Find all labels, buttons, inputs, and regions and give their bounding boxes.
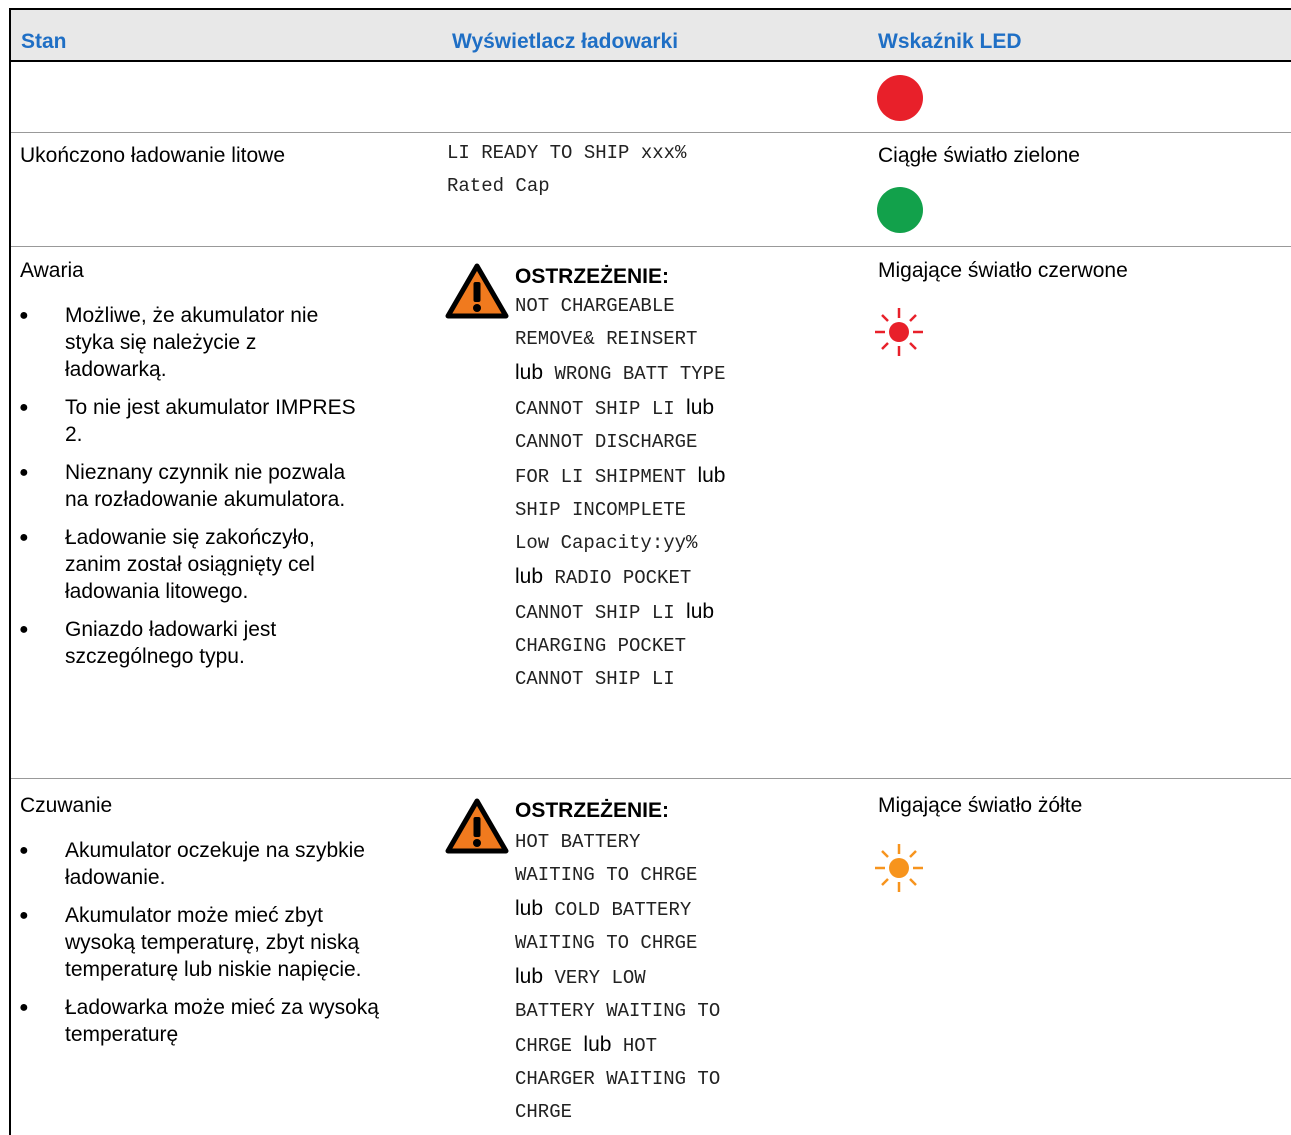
header-divider	[11, 60, 1291, 62]
row-divider	[11, 246, 1291, 247]
red-led-icon	[877, 75, 923, 121]
row-state: Ukończono ładowanie litowe	[20, 144, 285, 167]
list-item: To nie jest akumulator IMPRES 2.	[19, 394, 359, 448]
warning-title: OSTRZEŻENIE:	[515, 265, 670, 288]
list-item: Akumulator może mieć zbyt wysoką tempera…	[19, 902, 379, 983]
row-state: Awaria	[20, 259, 84, 282]
status-table: Stan Wyświetlacz ładowarki Wskaźnik LED …	[0, 0, 1291, 1135]
list-item: Akumulator oczekuje na szybkie ładowanie…	[19, 837, 379, 891]
cause-list: Możliwe, że akumulator nie styka się nal…	[19, 302, 359, 681]
header-charger-display: Wyświetlacz ładowarki	[452, 30, 679, 53]
led-label: Migające światło czerwone	[878, 259, 1128, 282]
charger-display-text: LI READY TO SHIP xxx% Rated Cap	[447, 142, 687, 197]
list-item: Gniazdo ładowarki jest szczególnego typu…	[19, 616, 359, 670]
header-led-indicator: Wskaźnik LED	[878, 30, 1022, 53]
charger-display-text: HOT BATTERY WAITING TO CHRGE lub COLD BA…	[515, 831, 721, 1123]
warning-icon	[445, 798, 509, 854]
list-item: Ładowarka może mieć za wysoką temperatur…	[19, 994, 379, 1048]
green-led-icon	[877, 187, 923, 233]
row-divider	[11, 778, 1291, 779]
header-state: Stan	[21, 30, 67, 53]
list-item: Nieznany czynnik nie pozwala na rozładow…	[19, 459, 359, 513]
charger-display-text: NOT CHARGEABLE REMOVE& REINSERT lub WRON…	[515, 295, 726, 690]
led-label: Migające światło żółte	[878, 794, 1083, 817]
row-divider	[11, 132, 1291, 133]
table-header: Stan Wyświetlacz ładowarki Wskaźnik LED	[11, 10, 1291, 60]
warning-title: OSTRZEŻENIE:	[515, 799, 670, 822]
list-item: Ładowanie się zakończyło, zanim został o…	[19, 524, 359, 605]
row-state: Czuwanie	[20, 794, 113, 817]
table-left-border	[9, 8, 11, 1135]
led-label: Ciągłe światło zielone	[878, 144, 1080, 167]
cause-list: Akumulator oczekuje na szybkie ładowanie…	[19, 837, 379, 1059]
list-item: Możliwe, że akumulator nie styka się nal…	[19, 302, 359, 383]
amber-blinking-led-icon	[875, 844, 923, 892]
red-blinking-led-icon	[875, 308, 923, 356]
warning-icon	[445, 263, 509, 319]
